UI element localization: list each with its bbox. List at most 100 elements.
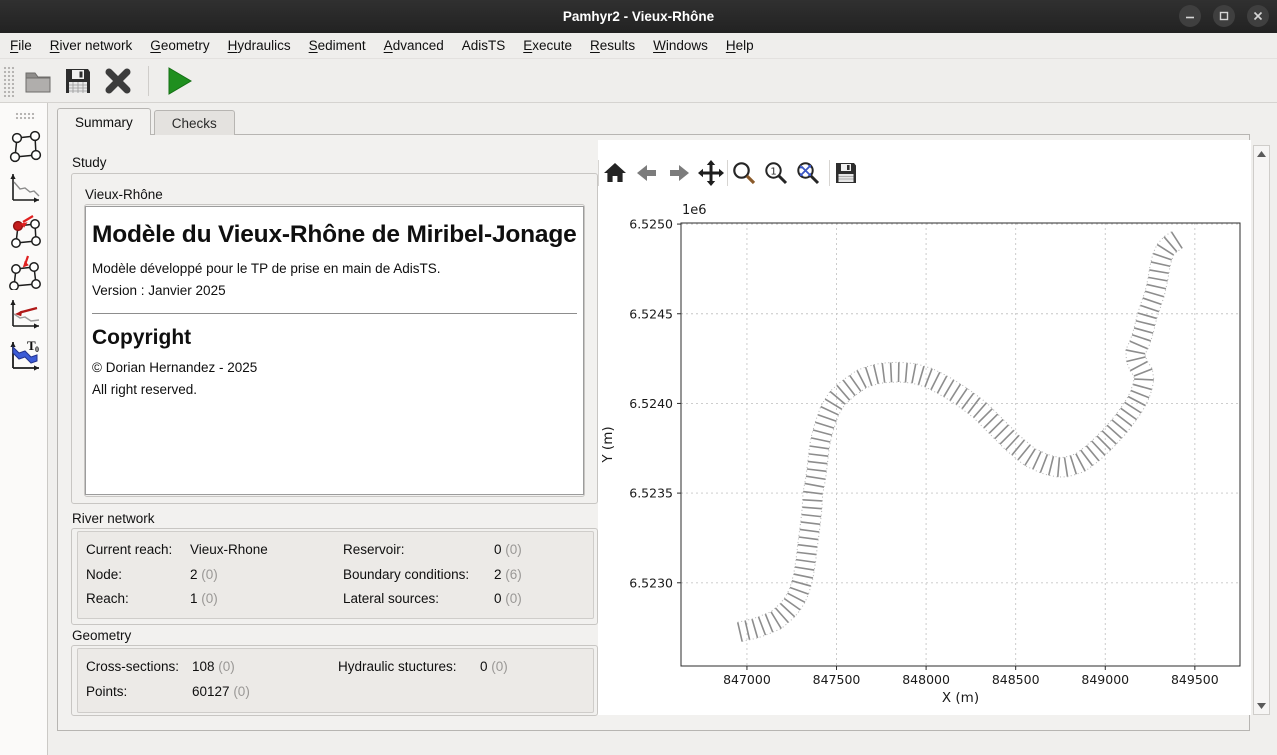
zoom-rect-icon[interactable] — [731, 160, 757, 186]
menu-help[interactable]: Help — [717, 33, 763, 59]
left-toolbar: T 0 — [0, 103, 48, 755]
plot-toolbar: 1 — [598, 158, 862, 188]
svg-text:6.5240: 6.5240 — [629, 396, 673, 411]
maximize-icon[interactable] — [1213, 5, 1235, 27]
study-line2: Version : Janvier 2025 — [92, 283, 577, 298]
initial-conditions-icon[interactable] — [4, 294, 44, 334]
stat-value: 2 (6) — [494, 563, 593, 588]
svg-text:1e6: 1e6 — [682, 203, 707, 218]
scroll-down-icon[interactable] — [1254, 699, 1269, 713]
svg-text:6.5245: 6.5245 — [629, 306, 673, 321]
stat-value: 108 (0) — [192, 655, 338, 680]
river-network-plot-panel: 1 8470008475008480008485008490008495006. — [598, 140, 1251, 715]
svg-text:X (m): X (m) — [942, 690, 979, 706]
copyright-line1: © Dorian Hernandez - 2025 — [92, 360, 577, 375]
geometry-stats: Cross-sections: 108 (0) Hydraulic stuctu… — [77, 648, 594, 713]
svg-text:6.5235: 6.5235 — [629, 486, 673, 501]
stat-label: Points: — [86, 680, 192, 705]
study-name-label: Vieux-Rhône — [85, 187, 163, 202]
stat-value: 0 (0) — [480, 655, 593, 680]
svg-text:847000: 847000 — [723, 672, 771, 687]
back-icon[interactable] — [634, 160, 660, 186]
svg-text:0: 0 — [35, 345, 39, 354]
forward-icon[interactable] — [666, 160, 692, 186]
save-figure-icon[interactable] — [833, 160, 859, 186]
menubar: File River network Geometry Hydraulics S… — [0, 33, 1277, 59]
cross-section-profile-icon[interactable] — [4, 168, 44, 208]
menu-execute[interactable]: Execute — [514, 33, 581, 59]
svg-text:6.5250: 6.5250 — [629, 217, 673, 232]
study-group-label: Study — [72, 155, 107, 170]
study-line1: Modèle développé pour le TP de prise en … — [92, 261, 577, 276]
window-controls — [1179, 5, 1269, 27]
stat-value: 2 (0) — [190, 563, 343, 588]
open-folder-icon[interactable] — [22, 65, 54, 97]
stat-label: Node: — [86, 563, 190, 588]
svg-text:847500: 847500 — [813, 672, 861, 687]
stat-value: 1 (0) — [190, 587, 343, 612]
window-title: Pamhyr2 - Vieux-Rhône — [563, 9, 714, 24]
svg-text:Y (m): Y (m) — [600, 426, 616, 463]
lateral-contribution-icon[interactable] — [4, 252, 44, 292]
stat-label: Reach: — [86, 587, 190, 612]
tab-checks[interactable]: Checks — [154, 110, 235, 135]
stat-value: 60127 (0) — [192, 680, 338, 705]
svg-text:1: 1 — [770, 167, 776, 178]
toolbar-separator — [148, 66, 149, 96]
svg-text:848500: 848500 — [992, 672, 1040, 687]
pan-icon[interactable] — [698, 160, 724, 186]
river-network-figure[interactable]: 847000 847500 848000 848500 849000 849500 6.52… — [598, 188, 1251, 715]
stat-label: Lateral sources: — [343, 587, 494, 612]
boundary-conditions-icon[interactable] — [4, 210, 44, 250]
copyright-heading: Copyright — [92, 326, 577, 350]
copyright-line2: All right reserved. — [92, 382, 577, 397]
stat-label: Reservoir: — [343, 538, 494, 563]
menu-geometry[interactable]: Geometry — [141, 33, 218, 59]
menu-hydraulics[interactable]: Hydraulics — [219, 33, 300, 59]
divider — [92, 313, 577, 314]
titlebar[interactable]: Pamhyr2 - Vieux-Rhône — [0, 0, 1277, 33]
minimize-icon[interactable] — [1179, 5, 1201, 27]
stat-label: Boundary conditions: — [343, 563, 494, 588]
close-icon[interactable] — [1247, 5, 1269, 27]
scroll-up-icon[interactable] — [1254, 147, 1269, 161]
left-toolbar-drag-handle[interactable] — [14, 111, 36, 120]
menu-advanced[interactable]: Advanced — [375, 33, 453, 59]
toolbar-drag-handle[interactable] — [2, 65, 14, 97]
geometry-group-label: Geometry — [72, 628, 131, 643]
study-title: Modèle du Vieux-Rhône de Miribel-Jonage — [92, 219, 577, 251]
stat-label: Current reach: — [86, 538, 190, 563]
stat-value: 0 (0) — [494, 587, 593, 612]
menu-river-network[interactable]: River network — [41, 33, 142, 59]
vertical-scrollbar[interactable] — [1253, 145, 1270, 715]
stat-label: Cross-sections: — [86, 655, 192, 680]
menu-adists[interactable]: AdisTS — [453, 33, 515, 59]
stat-label: Hydraulic stuctures: — [338, 655, 480, 680]
close-study-icon[interactable] — [102, 65, 134, 97]
river-network-stats: Current reach: Vieux-Rhone Reservoir: 0 … — [77, 531, 594, 619]
stat-value: Vieux-Rhone — [190, 538, 343, 563]
svg-text:6.5230: 6.5230 — [629, 575, 673, 590]
stat-value: 0 (0) — [494, 538, 593, 563]
river-network-icon[interactable] — [4, 126, 44, 166]
home-icon[interactable] — [602, 160, 628, 186]
adists-t0-icon[interactable]: T 0 — [4, 336, 44, 376]
tab-summary[interactable]: Summary — [57, 108, 151, 135]
stat-value — [480, 680, 593, 705]
main-toolbar — [0, 59, 1277, 103]
menu-results[interactable]: Results — [581, 33, 644, 59]
menu-file[interactable]: File — [1, 33, 41, 59]
menu-windows[interactable]: Windows — [644, 33, 717, 59]
svg-text:849500: 849500 — [1171, 672, 1219, 687]
zoom-fit-icon[interactable] — [795, 160, 821, 186]
river-network-group-label: River network — [72, 511, 155, 526]
svg-text:848000: 848000 — [902, 672, 950, 687]
zoom-original-icon[interactable]: 1 — [763, 160, 789, 186]
save-floppy-icon[interactable] — [62, 65, 94, 97]
menu-sediment[interactable]: Sediment — [300, 33, 375, 59]
run-solver-icon[interactable] — [163, 65, 195, 97]
svg-text:849000: 849000 — [1081, 672, 1129, 687]
stat-label — [338, 680, 480, 705]
tabbar: Summary Checks — [57, 108, 235, 135]
study-description[interactable]: Modèle du Vieux-Rhône de Miribel-Jonage … — [85, 206, 584, 495]
